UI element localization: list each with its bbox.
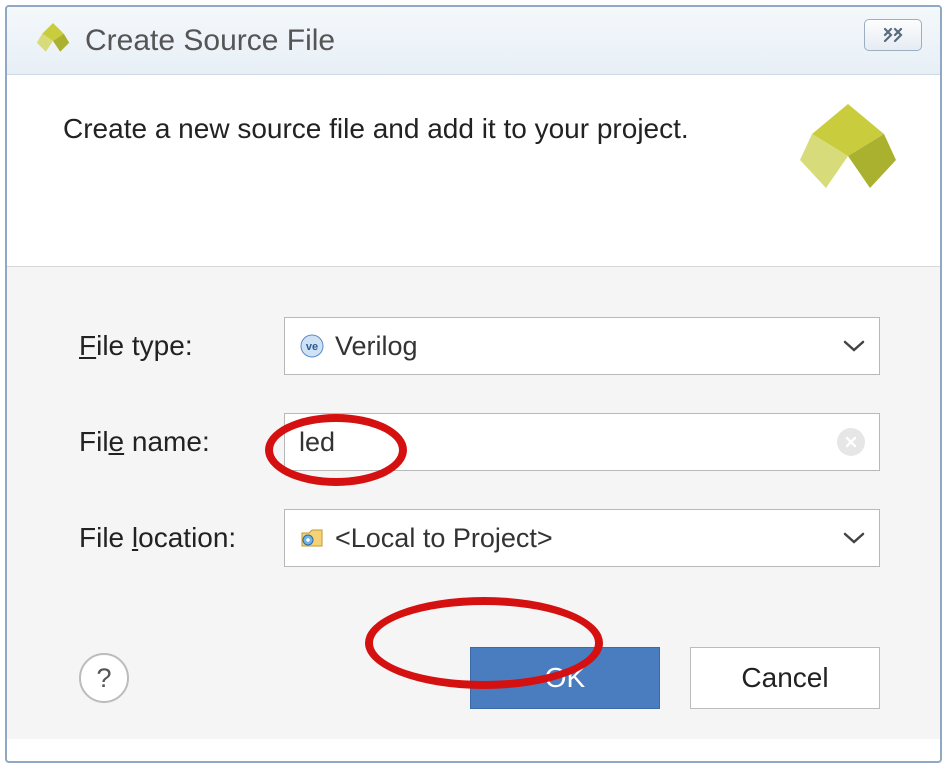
cancel-button[interactable]: Cancel bbox=[690, 647, 880, 709]
chevron-down-icon bbox=[843, 531, 865, 545]
file-type-value: Verilog bbox=[335, 331, 843, 362]
help-button[interactable]: ? bbox=[79, 653, 129, 703]
vivado-logo-large-icon bbox=[798, 102, 898, 202]
file-location-value: <Local to Project> bbox=[335, 523, 843, 554]
form-area: File type: ve Verilog File name: led bbox=[7, 267, 940, 607]
file-name-label: File name: bbox=[79, 426, 284, 458]
create-source-file-dialog: Create Source File Create a new source f… bbox=[5, 5, 942, 763]
vivado-logo-icon bbox=[35, 23, 71, 59]
close-icon bbox=[879, 27, 907, 43]
verilog-file-icon: ve bbox=[299, 333, 325, 359]
file-name-input[interactable]: led bbox=[284, 413, 880, 471]
file-location-label: File location: bbox=[79, 522, 284, 554]
help-icon: ? bbox=[96, 663, 111, 694]
header-panel: Create a new source file and add it to y… bbox=[7, 75, 940, 267]
file-location-row: File location: <Local to Project> bbox=[79, 509, 880, 567]
clear-input-button[interactable] bbox=[837, 428, 865, 456]
file-name-row: File name: led bbox=[79, 413, 880, 471]
file-name-value: led bbox=[299, 427, 827, 458]
svg-text:ve: ve bbox=[306, 341, 318, 353]
header-description: Create a new source file and add it to y… bbox=[63, 107, 689, 150]
file-type-dropdown[interactable]: ve Verilog bbox=[284, 317, 880, 375]
close-button[interactable] bbox=[864, 19, 922, 51]
clear-icon bbox=[844, 435, 858, 449]
file-type-label: File type: bbox=[79, 330, 284, 362]
titlebar: Create Source File bbox=[7, 7, 940, 75]
button-row: ? OK Cancel bbox=[7, 607, 940, 739]
chevron-down-icon bbox=[843, 339, 865, 353]
window-title: Create Source File bbox=[85, 24, 335, 58]
file-location-dropdown[interactable]: <Local to Project> bbox=[284, 509, 880, 567]
ok-button[interactable]: OK bbox=[470, 647, 660, 709]
folder-icon bbox=[299, 525, 325, 551]
file-type-row: File type: ve Verilog bbox=[79, 317, 880, 375]
